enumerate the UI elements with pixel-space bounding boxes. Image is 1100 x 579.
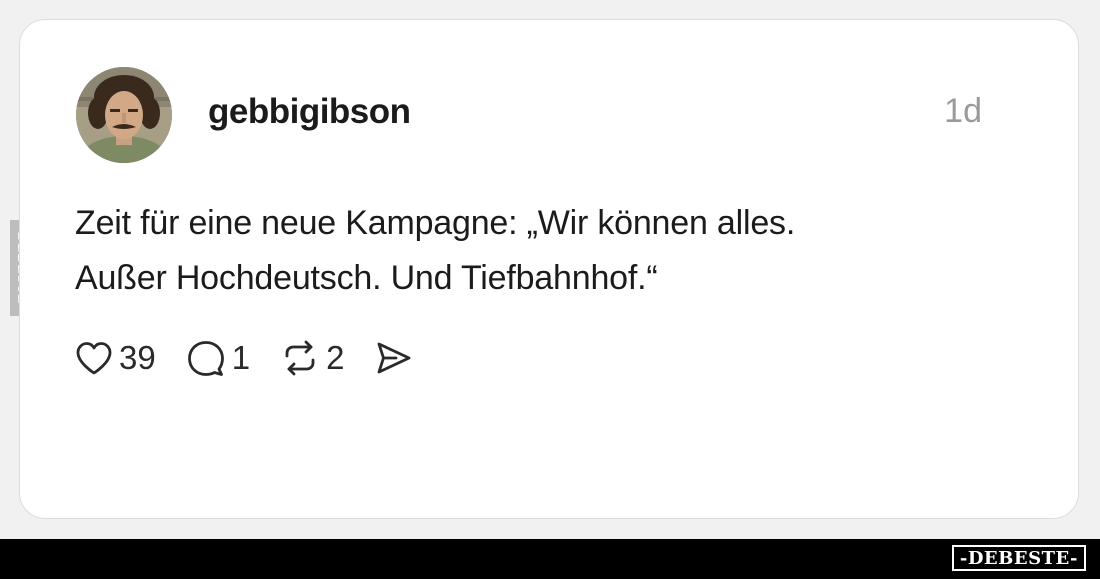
repost-count: 2 <box>326 339 345 376</box>
post-actions: 39 1 2 <box>75 336 444 380</box>
post-text-line: Außer Hochdeutsch. Und Tiefbahnhof.“ <box>75 259 658 297</box>
send-icon <box>378 342 411 374</box>
comment-bubble-icon <box>187 341 224 376</box>
post-timestamp: 1d <box>944 92 982 130</box>
avatar[interactable] <box>76 67 172 163</box>
footer-bar: -DEBESTE- <box>0 539 1100 579</box>
footer-watermark-label: -DEBESTE- <box>959 547 1078 569</box>
share-button[interactable] <box>374 339 414 377</box>
footer-watermark-logo: -DEBESTE- <box>951 545 1086 571</box>
username[interactable]: gebbigibson <box>208 92 411 132</box>
avatar-image <box>76 67 172 163</box>
reply-button[interactable]: 1 <box>186 339 250 377</box>
post-text-line: Zeit für eine neue Kampagne: „Wir können… <box>75 204 796 242</box>
post-card: gebbigibson 1d Zeit für eine neue Kampag… <box>19 19 1079 519</box>
like-button[interactable]: 39 <box>75 339 156 377</box>
heart-icon <box>76 342 112 375</box>
reply-count: 1 <box>231 339 251 376</box>
repost-button[interactable]: 2 <box>280 339 344 377</box>
repost-icon <box>285 340 315 376</box>
post-body: Zeit für eine neue Kampagne: „Wir können… <box>75 196 975 306</box>
page: DEBESTE gebbigibson 1d Zeit fü <box>0 0 1100 579</box>
like-count: 39 <box>119 339 156 376</box>
